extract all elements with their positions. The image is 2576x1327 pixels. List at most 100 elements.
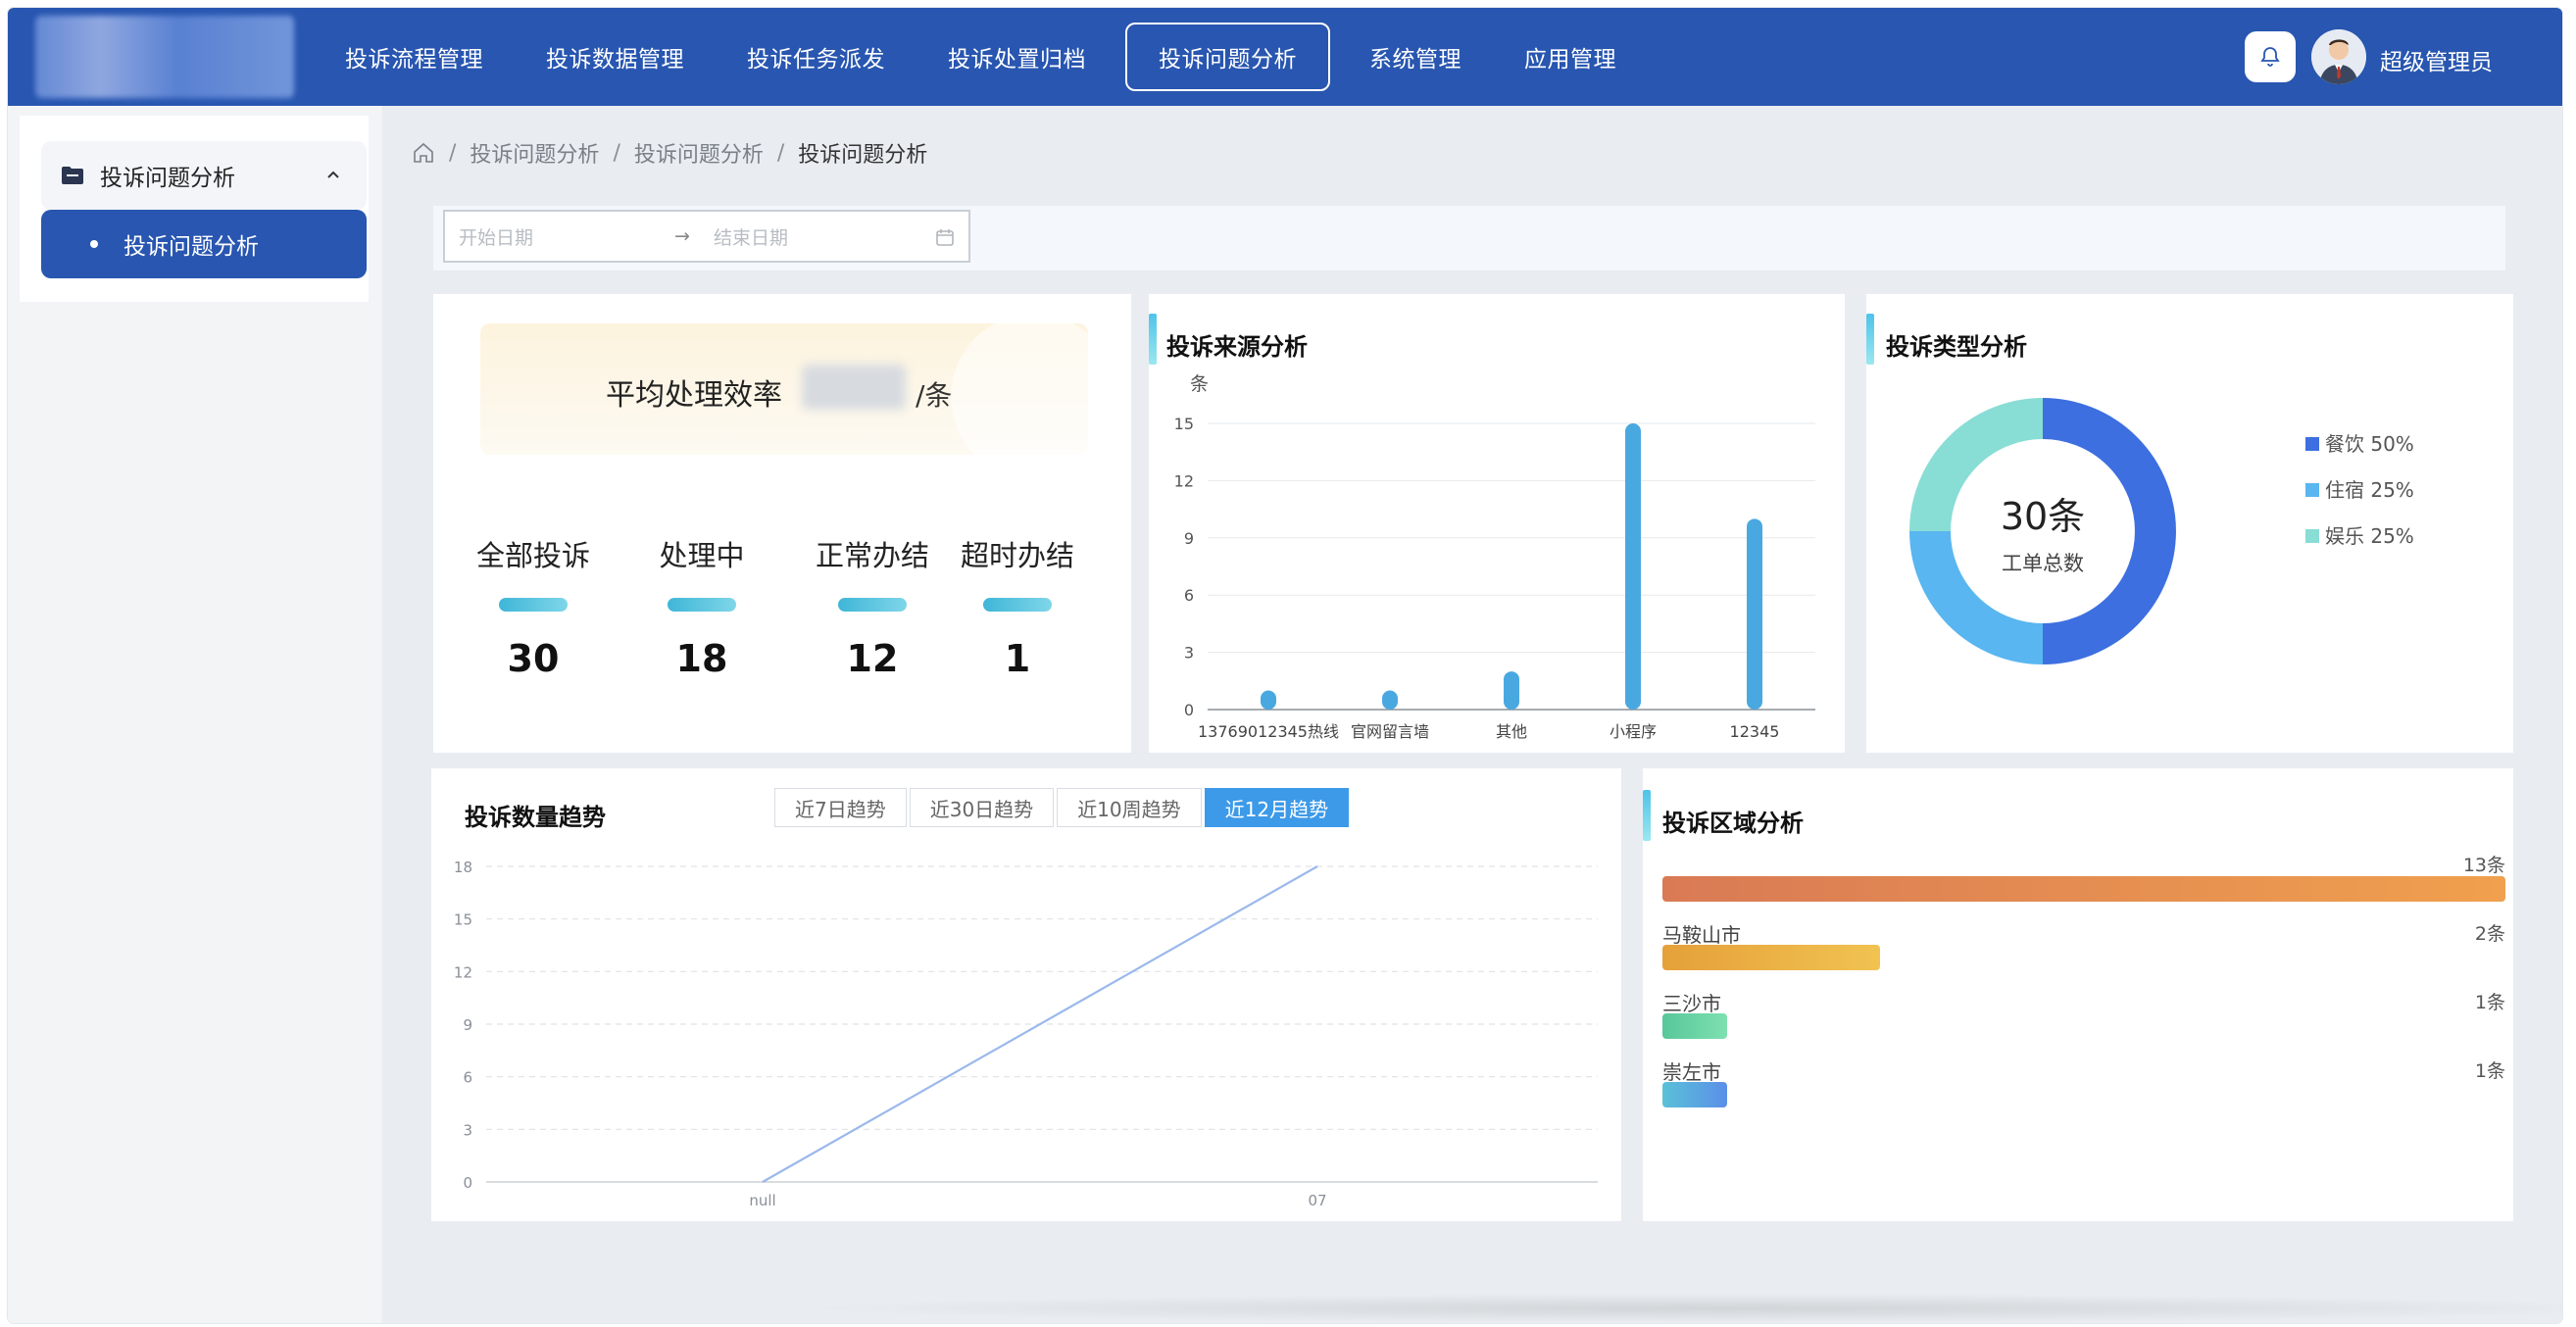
donut-center-label: 工单总数 <box>2002 552 2084 575</box>
region-count: 2条 <box>2474 923 2505 945</box>
app-logo <box>35 16 294 98</box>
trend-line-chart: 0 3 6 9 12 15 18 null 07 <box>454 859 1598 1209</box>
stat-value: 12 <box>846 637 899 680</box>
stat-normal-closed: 正常办结 12 <box>794 533 951 680</box>
x-tick-label: 07 <box>1308 1192 1326 1209</box>
y-tick-label: 15 <box>1174 415 1194 433</box>
date-range-picker[interactable]: 开始日期 → 结束日期 <box>443 210 970 263</box>
bell-icon <box>2260 47 2280 67</box>
main-content: / 投诉问题分析 / 投诉问题分析 / 投诉问题分析 开始日期 → 结束日期 平… <box>382 106 2562 1323</box>
efficiency-unit: /条 <box>916 379 953 412</box>
main-nav: 投诉流程管理 投诉数据管理 投诉任务派发 投诉处置归档 投诉问题分析 系统管理 … <box>314 8 1648 106</box>
efficiency-label: 平均处理效率 <box>606 378 782 413</box>
x-tick-label: 其他 <box>1496 722 1527 741</box>
filter-bar: 开始日期 → 结束日期 <box>433 206 2505 270</box>
nav-item-process[interactable]: 投诉流程管理 <box>314 23 515 91</box>
region-bar <box>1662 945 1881 970</box>
legend-swatch <box>2305 437 2319 451</box>
y-tick-label: 3 <box>463 1121 472 1139</box>
stat-value: 18 <box>675 637 728 680</box>
region-count: 1条 <box>2474 992 2505 1013</box>
region-chart-title: 投诉区域分析 <box>1662 810 1804 837</box>
bar <box>1625 423 1641 710</box>
nav-item-apps[interactable]: 应用管理 <box>1493 23 1648 91</box>
sidebar-item-label: 投诉问题分析 <box>124 234 259 260</box>
breadcrumb-current: 投诉问题分析 <box>798 143 928 168</box>
legend-entry: 住宿 25% <box>2325 478 2414 502</box>
y-tick-label: 6 <box>1184 586 1194 605</box>
bar <box>1261 690 1276 710</box>
avatar[interactable] <box>2311 29 2366 84</box>
start-date-input[interactable]: 开始日期 <box>459 223 674 250</box>
y-tick-label: 3 <box>1184 644 1194 663</box>
nav-item-analysis[interactable]: 投诉问题分析 <box>1125 23 1330 91</box>
region-name: 马鞍山市 <box>1662 923 1741 947</box>
stat-overdue-closed: 超时办结 1 <box>939 533 1096 680</box>
region-row: 马鞍山市 2条 <box>1662 919 2505 982</box>
region-count: 1条 <box>2474 1060 2505 1082</box>
stat-value: 30 <box>507 637 560 680</box>
bullet-icon <box>90 240 98 248</box>
home-icon[interactable] <box>412 141 435 165</box>
pie-slice <box>1909 530 2044 664</box>
bar <box>1382 690 1398 710</box>
nav-item-system[interactable]: 系统管理 <box>1338 23 1493 91</box>
type-donut-chart: 30条工单总数 餐饮 50% 住宿 25% 娱乐 25% <box>1909 398 2414 664</box>
legend-entry: 娱乐 25% <box>2325 524 2414 548</box>
y-tick-label: 9 <box>463 1016 472 1034</box>
legend-swatch <box>2305 529 2319 543</box>
region-chart-card: 投诉区域分析 13条 马鞍山市 2条 三沙市 1条 崇左市 1条 <box>1643 768 2513 1221</box>
region-name: 崇左市 <box>1662 1060 1721 1084</box>
username-label[interactable]: 超级管理员 <box>2380 43 2493 76</box>
legend-entry: 餐饮 50% <box>2325 432 2414 456</box>
x-tick-label: null <box>749 1192 775 1209</box>
region-name: 三沙市 <box>1662 992 1721 1015</box>
trend-chart-card: 投诉数量趋势 近7日趋势 近30日趋势 近10周趋势 近12月趋势 0 3 6 9 12… <box>431 768 1621 1221</box>
sidebar-menu: 投诉问题分析 投诉问题分析 <box>20 116 369 302</box>
donut-center-value: 30条 <box>2001 495 2085 538</box>
calendar-icon[interactable] <box>935 227 955 247</box>
sidebar-item-analysis[interactable]: 投诉问题分析 <box>41 210 367 278</box>
efficiency-value-blurred <box>802 365 906 410</box>
region-bar <box>1662 876 2505 902</box>
breadcrumb-item[interactable]: 投诉问题分析 <box>470 137 599 169</box>
breadcrumb: / 投诉问题分析 / 投诉问题分析 / 投诉问题分析 <box>412 137 927 169</box>
bar <box>1747 518 1762 710</box>
bar <box>1504 671 1519 710</box>
nav-item-data[interactable]: 投诉数据管理 <box>515 23 716 91</box>
region-bar <box>1662 1082 1728 1107</box>
y-axis-label: 条 <box>1190 373 1209 395</box>
user-avatar-icon <box>2311 29 2366 84</box>
summary-card: 平均处理效率 /条 全部投诉 30 处理中 18 正常办结 12 超时办结 1 <box>433 294 1131 753</box>
region-row: 三沙市 1条 <box>1662 988 2505 1051</box>
region-row: 13条 <box>1662 851 2505 913</box>
stat-total: 全部投诉 30 <box>455 533 612 680</box>
region-bar <box>1662 1013 1728 1039</box>
folder-icon <box>62 167 83 184</box>
sidebar-group-analysis[interactable]: 投诉问题分析 <box>41 141 367 210</box>
efficiency-banner: 平均处理效率 /条 <box>480 323 1088 455</box>
stat-value: 1 <box>1004 637 1031 680</box>
nav-item-dispatch[interactable]: 投诉任务派发 <box>716 23 916 91</box>
source-bar-chart: 条 0 3 6 9 12 15 13769012345热线 官网留言墙 其他 小程序 12345 <box>1174 373 1815 741</box>
range-arrow: → <box>674 225 690 247</box>
y-tick-label: 12 <box>1174 471 1194 490</box>
end-date-input[interactable]: 结束日期 <box>714 223 929 250</box>
nav-item-archive[interactable]: 投诉处置归档 <box>916 23 1117 91</box>
type-chart-card: 投诉类型分析 30条 工单总数 餐饮 50% 住宿 25% 娱乐 25% <box>1866 294 2513 753</box>
y-tick-label: 0 <box>1184 701 1194 719</box>
y-tick-label: 12 <box>454 963 472 981</box>
top-header: 投诉流程管理 投诉数据管理 投诉任务派发 投诉处置归档 投诉问题分析 系统管理 … <box>8 8 2562 106</box>
x-tick-label: 13769012345热线 <box>1198 722 1339 741</box>
chevron-up-icon[interactable] <box>323 165 343 184</box>
x-tick-label: 小程序 <box>1610 722 1657 741</box>
x-tick-label: 官网留言墙 <box>1351 722 1429 741</box>
y-tick-label: 15 <box>454 911 472 929</box>
y-tick-label: 9 <box>1184 529 1194 548</box>
breadcrumb-item[interactable]: 投诉问题分析 <box>634 137 764 169</box>
y-tick-label: 0 <box>463 1174 472 1192</box>
region-count: 13条 <box>2462 855 2505 876</box>
app-window: 投诉流程管理 投诉数据管理 投诉任务派发 投诉处置归档 投诉问题分析 系统管理 … <box>8 8 2562 1323</box>
source-chart-card: 投诉来源分析 条 0 3 6 9 12 15 13769012345热线 官网留言墙 其他 小程序 1… <box>1149 294 1845 753</box>
notification-button[interactable] <box>2245 31 2296 82</box>
